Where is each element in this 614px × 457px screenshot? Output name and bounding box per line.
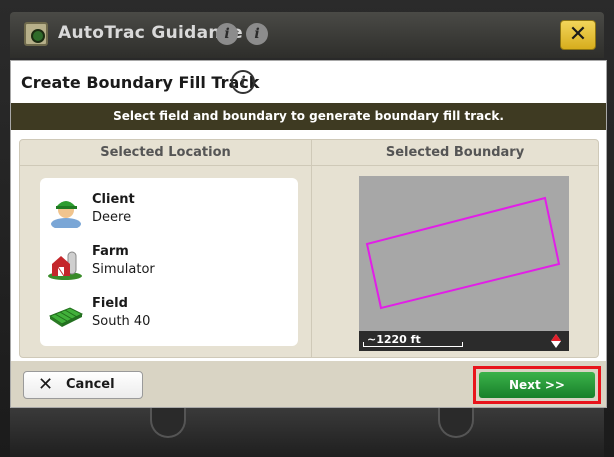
menu-icon[interactable] <box>150 408 186 438</box>
info-icon[interactable]: i <box>216 23 238 45</box>
next-button-highlight: Next >> <box>473 366 601 404</box>
scale-label: ~1220 ft <box>367 333 421 346</box>
field-item[interactable]: Field South 40 <box>48 294 288 338</box>
field-value: South 40 <box>92 314 151 329</box>
field-icon <box>48 307 84 327</box>
instruction-banner: Select field and boundary to generate bo… <box>11 103 606 130</box>
next-button[interactable]: Next >> <box>479 372 595 398</box>
farm-icon <box>48 251 82 280</box>
panel-divider <box>311 140 312 357</box>
cancel-label: Cancel <box>66 377 115 392</box>
client-icon <box>51 201 81 228</box>
north-arrow-icon <box>551 334 561 348</box>
cancel-button[interactable]: ✕ Cancel <box>23 371 143 399</box>
location-card: Client Deere Farm Simulator Field South … <box>40 178 298 346</box>
create-boundary-fill-track-dialog: Create Boundary Fill Track i Select fiel… <box>10 60 607 408</box>
boundary-outline <box>365 196 561 310</box>
farm-item[interactable]: Farm Simulator <box>48 242 288 286</box>
app-header: AutoTrac Guidance i i ✕ <box>10 12 604 58</box>
farm-label: Farm <box>92 244 129 259</box>
autotrac-app-icon <box>24 22 48 46</box>
screen: AutoTrac Guidance i i ✕ Create Boundary … <box>0 0 614 457</box>
client-value: Deere <box>92 210 132 225</box>
map-scale-bar: ~1220 ft <box>359 331 569 351</box>
dialog-title: Create Boundary Fill Track <box>21 73 260 92</box>
close-button[interactable]: ✕ <box>560 20 596 50</box>
close-icon: ✕ <box>38 374 54 395</box>
client-label: Client <box>92 192 135 207</box>
dialog-footer: ✕ Cancel Next >> <box>11 361 606 407</box>
flag-icon[interactable] <box>438 408 474 438</box>
boundary-map[interactable]: ~1220 ft <box>359 176 569 351</box>
field-label: Field <box>92 296 128 311</box>
selected-location-header: Selected Location <box>20 140 311 166</box>
bottom-toolbar <box>10 408 604 457</box>
client-item[interactable]: Client Deere <box>48 190 288 234</box>
selection-panels: Selected Location Selected Boundary Clie… <box>19 139 599 358</box>
selected-boundary-header: Selected Boundary <box>312 140 598 166</box>
info-icon[interactable]: i <box>246 23 268 45</box>
info-icon[interactable]: i <box>231 70 255 94</box>
farm-value: Simulator <box>92 262 155 277</box>
